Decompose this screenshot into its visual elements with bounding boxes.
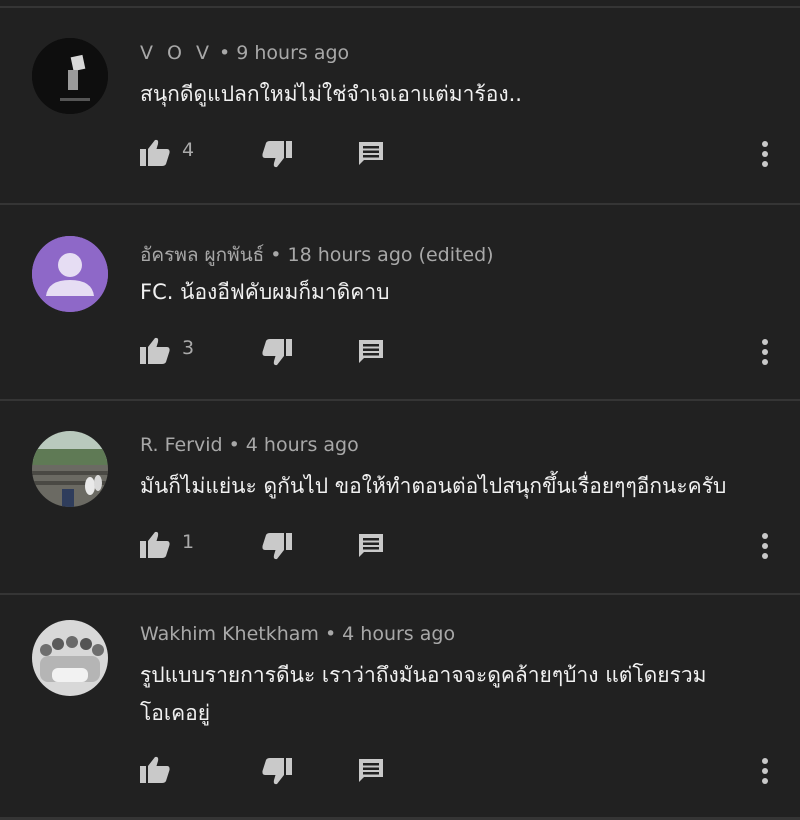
reply-icon xyxy=(359,142,383,165)
reply-icon xyxy=(359,340,383,363)
like-button[interactable] xyxy=(140,139,170,167)
separator-dot: • xyxy=(270,244,282,266)
comment-text-line: รูปแบบรายการดีนะ เราว่าถึงมันอาจจะดูคล้า… xyxy=(140,663,707,687)
reply-button[interactable] xyxy=(358,141,384,167)
like-count: 4 xyxy=(182,139,195,161)
thumb-down-icon xyxy=(262,141,292,168)
comment-text-line: มันก็ไม่แย่นะ ดูกันไป ขอให้ทำตอนต่อไปสนุ… xyxy=(140,474,727,498)
thumb-down-icon xyxy=(262,533,292,560)
more-vert-icon xyxy=(762,758,768,784)
like-button[interactable] xyxy=(140,756,170,784)
reply-button[interactable] xyxy=(358,533,384,559)
comment-divider xyxy=(0,593,800,595)
comment-text-line: FC. น้องอีฟคับผมก็มาดิคาบ xyxy=(140,280,390,304)
comment-text-line: สนุกดีดูแปลกใหม่ไม่ใช่จำเจเอาแต่มาร้อง.. xyxy=(140,82,522,106)
like-count: 3 xyxy=(182,337,195,359)
comment-divider xyxy=(0,399,800,401)
comment-time[interactable]: 4 hours ago xyxy=(342,623,455,645)
separator-dot: • xyxy=(324,623,337,645)
avatar[interactable] xyxy=(32,38,108,114)
comment-actions: 4 xyxy=(0,133,800,173)
default-user-icon xyxy=(32,236,108,312)
reply-icon xyxy=(359,759,383,782)
thumb-up-icon xyxy=(140,139,170,166)
reply-button[interactable] xyxy=(358,758,384,784)
more-options-button[interactable] xyxy=(755,756,775,786)
more-options-button[interactable] xyxy=(755,531,775,561)
dislike-button[interactable] xyxy=(262,339,292,367)
dislike-button[interactable] xyxy=(262,141,292,169)
like-button[interactable] xyxy=(140,531,170,559)
more-options-button[interactable] xyxy=(755,139,775,169)
more-options-button[interactable] xyxy=(755,337,775,367)
comment-meta: V O V • 9 hours ago xyxy=(140,42,349,64)
thumb-up-icon xyxy=(140,756,170,783)
comment-time[interactable]: 9 hours ago xyxy=(236,42,349,64)
comment-actions: 3 xyxy=(0,331,800,371)
thumb-down-icon xyxy=(262,758,292,785)
like-count: 1 xyxy=(182,531,195,553)
thumb-down-icon xyxy=(262,339,292,366)
author-name[interactable]: V O V xyxy=(140,42,213,64)
reply-button[interactable] xyxy=(358,339,384,365)
comment-text: FC. น้องอีฟคับผมก็มาดิคาบ xyxy=(140,273,770,311)
more-vert-icon xyxy=(762,533,768,559)
author-name[interactable]: Wakhim Khetkham xyxy=(140,623,319,645)
reply-icon xyxy=(359,534,383,557)
comment-text: มันก็ไม่แย่นะ ดูกันไป ขอให้ทำตอนต่อไปสนุ… xyxy=(140,467,790,505)
avatar[interactable] xyxy=(32,431,108,507)
like-button[interactable] xyxy=(140,337,170,365)
comment-divider xyxy=(0,203,800,205)
separator-dot: • xyxy=(219,42,231,64)
comment-time[interactable]: 18 hours ago (edited) xyxy=(288,244,494,266)
avatar[interactable] xyxy=(32,236,108,312)
dislike-button[interactable] xyxy=(262,758,292,786)
thumb-up-icon xyxy=(140,337,170,364)
avatar[interactable] xyxy=(32,620,108,696)
comment-text-line: โอเคอยู่ xyxy=(140,701,211,725)
comment-time[interactable]: 4 hours ago xyxy=(246,434,359,456)
comment-meta: R. Fervid • 4 hours ago xyxy=(140,434,359,456)
top-divider xyxy=(0,6,800,8)
more-vert-icon xyxy=(762,141,768,167)
thumb-up-icon xyxy=(140,531,170,558)
comment-meta: Wakhim Khetkham • 4 hours ago xyxy=(140,623,455,645)
comment-text: รูปแบบรายการดีนะ เราว่าถึงมันอาจจะดูคล้า… xyxy=(140,656,780,732)
comment-text: สนุกดีดูแปลกใหม่ไม่ใช่จำเจเอาแต่มาร้อง.. xyxy=(140,75,770,113)
more-vert-icon xyxy=(762,339,768,365)
comment-meta: อัครพล ผูกพันธ์ • 18 hours ago (edited) xyxy=(140,240,494,270)
author-name[interactable]: อัครพล ผูกพันธ์ xyxy=(140,244,264,266)
comment-actions: 1 xyxy=(0,525,800,565)
separator-dot: • xyxy=(228,434,240,456)
comment-actions xyxy=(0,750,800,790)
author-name[interactable]: R. Fervid xyxy=(140,434,223,456)
dislike-button[interactable] xyxy=(262,533,292,561)
